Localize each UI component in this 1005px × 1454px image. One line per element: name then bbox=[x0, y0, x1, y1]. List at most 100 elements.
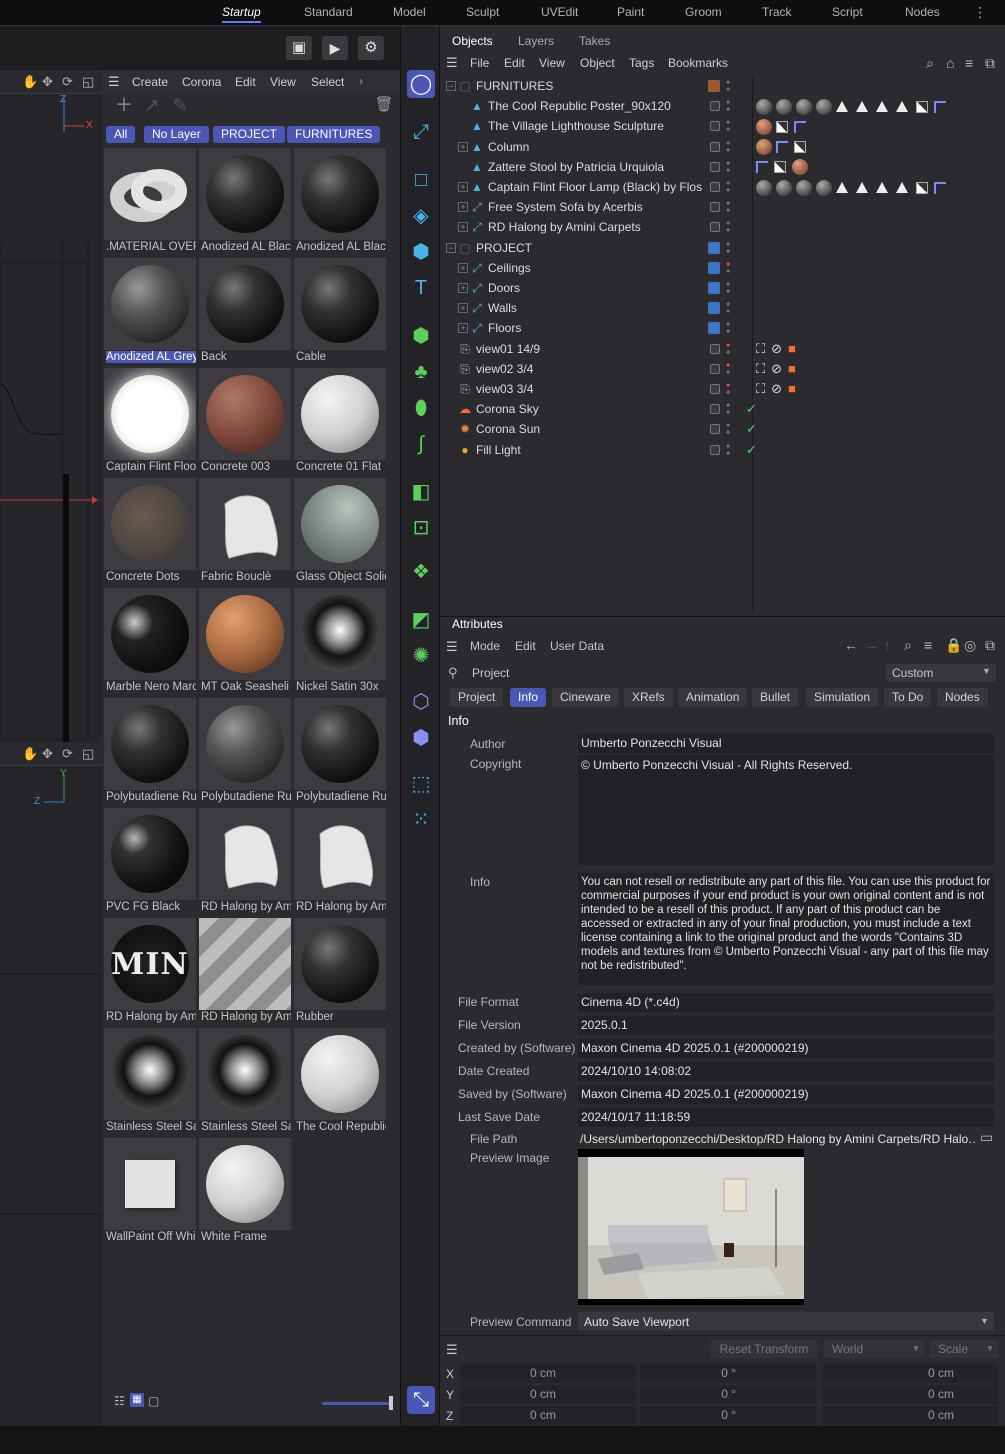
tab-simulation[interactable]: Simulation bbox=[806, 688, 879, 707]
add-material-icon[interactable]: ＋ bbox=[112, 94, 136, 118]
layer-checkbox[interactable] bbox=[710, 222, 720, 233]
material-tile[interactable]: Polybutadiene Rubber bbox=[294, 698, 386, 806]
layer-checkbox[interactable] bbox=[710, 404, 720, 415]
layout-tab-track[interactable]: Track bbox=[762, 5, 792, 19]
object-row[interactable]: + ⤢ Doors ● ● bbox=[440, 278, 1005, 298]
menu-view[interactable]: View bbox=[539, 56, 565, 70]
object-name[interactable]: view02 3/4 bbox=[476, 362, 533, 376]
material-tag-icon[interactable] bbox=[794, 141, 806, 154]
coordinate-system-icon[interactable]: ⤡ bbox=[407, 1386, 435, 1414]
object-name[interactable]: Free System Sofa by Acerbis bbox=[488, 200, 643, 214]
tab-animation[interactable]: Animation bbox=[678, 688, 748, 707]
material-tag-icon[interactable] bbox=[934, 181, 946, 194]
slider-handle[interactable] bbox=[389, 1396, 393, 1410]
search-icon[interactable]: ⌕ bbox=[926, 55, 934, 72]
material-tag-icon[interactable] bbox=[876, 101, 888, 113]
maximize-icon[interactable]: ◱ bbox=[82, 746, 94, 762]
material-tile[interactable]: RD Halong by Amini bbox=[294, 808, 386, 916]
object-name[interactable]: The Village Lighthouse Sculpture bbox=[488, 119, 664, 133]
deformer-icon[interactable]: ✺ bbox=[407, 642, 435, 670]
material-tile[interactable]: The Cool Republic bbox=[294, 1028, 386, 1136]
layout-tab-startup[interactable]: Startup bbox=[222, 5, 261, 23]
pan-icon[interactable]: ✋ bbox=[22, 74, 38, 90]
object-row[interactable]: + ⤢ Walls ● ● bbox=[440, 298, 1005, 318]
object-row[interactable]: ● Fill Light ● ● ✓ bbox=[440, 440, 1005, 460]
rotate-icon[interactable]: ⟳ bbox=[62, 746, 73, 762]
thumbnail-size-slider[interactable] bbox=[322, 1402, 392, 1405]
object-row[interactable]: + ⤢ Floors ● ● bbox=[440, 318, 1005, 338]
material-tile[interactable]: .MATERIAL OVERRIDE bbox=[104, 148, 196, 256]
material-tile[interactable]: Cable bbox=[294, 258, 386, 366]
material-tag-icon[interactable] bbox=[916, 181, 928, 194]
object-row[interactable]: ⎘ view02 3/4 ● ● ⛶ ⊘ ■ bbox=[440, 359, 1005, 379]
object-name[interactable]: FURNITURES bbox=[476, 79, 553, 93]
material-tag-icon[interactable] bbox=[836, 182, 848, 194]
expand-toggle-icon[interactable]: + bbox=[458, 182, 468, 192]
object-name[interactable]: view03 3/4 bbox=[476, 382, 533, 396]
menu-tags[interactable]: Tags bbox=[629, 56, 654, 70]
object-name[interactable]: The Cool Republic Poster_90x120 bbox=[488, 99, 671, 113]
expand-toggle-icon[interactable]: − bbox=[446, 81, 456, 91]
large-view-icon[interactable]: ▢ bbox=[148, 1394, 159, 1408]
render-settings-icon[interactable]: ⚙ bbox=[358, 36, 384, 60]
expand-toggle-icon[interactable]: + bbox=[458, 303, 468, 314]
hamburger-icon[interactable]: ☰ bbox=[446, 55, 458, 71]
material-tile[interactable]: Concrete 01 Flat bbox=[294, 368, 386, 476]
material-tile[interactable]: MIN RD Halong by Amini bbox=[104, 918, 196, 1026]
position-field[interactable]: 0 cm bbox=[460, 1406, 636, 1425]
visibility-dots[interactable]: ● ● bbox=[726, 79, 732, 93]
expand-toggle-icon[interactable]: + bbox=[458, 262, 468, 273]
tag-strip[interactable]: ⛶ ⊘ ■ bbox=[756, 381, 796, 397]
object-row[interactable]: ▲ The Village Lighthouse Sculpture ● ● bbox=[440, 116, 1005, 136]
more-chevron-icon[interactable]: › bbox=[359, 74, 363, 88]
object-name[interactable]: Floors bbox=[488, 321, 521, 335]
forward-arrow-icon[interactable]: → bbox=[864, 637, 878, 653]
menu-mode[interactable]: Mode bbox=[470, 639, 500, 653]
material-tile[interactable]: Concrete 003 bbox=[199, 368, 291, 476]
protection-tag-icon[interactable]: ⛶ bbox=[756, 381, 765, 396]
protection-tag-icon[interactable]: ⛶ bbox=[756, 361, 765, 376]
layer-checkbox[interactable] bbox=[710, 343, 720, 354]
protection-tag-icon[interactable]: ⛶ bbox=[756, 341, 765, 356]
object-name[interactable]: Walls bbox=[488, 301, 517, 315]
tab-xrefs[interactable]: XRefs bbox=[624, 688, 673, 707]
object-name[interactable]: Captain Flint Floor Lamp (Black) by Flos bbox=[488, 180, 702, 194]
layer-checkbox[interactable] bbox=[710, 424, 720, 435]
filter-no-layer[interactable]: No Layer bbox=[144, 126, 209, 143]
menu-bookmarks[interactable]: Bookmarks bbox=[668, 56, 728, 70]
lock-icon[interactable]: 🔒 bbox=[945, 637, 962, 654]
object-name[interactable]: PROJECT bbox=[476, 241, 532, 255]
filter-icon[interactable]: ≡ bbox=[924, 637, 932, 653]
camera-tag-icon[interactable]: ■ bbox=[788, 361, 796, 376]
material-tag-icon[interactable] bbox=[776, 98, 792, 115]
material-tile[interactable]: Anodized AL Grey bbox=[104, 258, 196, 366]
rotation-field[interactable]: 0 ° bbox=[640, 1406, 816, 1425]
camera-tag-icon[interactable]: ■ bbox=[788, 341, 796, 356]
layer-color-swatch[interactable] bbox=[708, 302, 720, 315]
material-tag-icon[interactable] bbox=[792, 159, 808, 176]
boole-icon[interactable]: ◧ bbox=[407, 478, 435, 506]
reset-transform-button[interactable]: Reset Transform bbox=[710, 1340, 818, 1358]
menu-object[interactable]: Object bbox=[580, 56, 615, 70]
symmetry-icon[interactable]: ⊡ bbox=[407, 514, 435, 542]
material-tag-icon[interactable] bbox=[856, 182, 868, 194]
move-icon[interactable]: ✥ bbox=[42, 74, 53, 90]
tag-strip[interactable] bbox=[756, 159, 812, 176]
front-viewport-canvas[interactable] bbox=[0, 766, 102, 1426]
render-view-icon[interactable]: ▣ bbox=[286, 36, 312, 60]
material-tag-icon[interactable] bbox=[876, 182, 888, 194]
layer-checkbox[interactable] bbox=[710, 161, 720, 172]
tag-strip[interactable] bbox=[756, 118, 812, 135]
tag-strip[interactable]: ✓ bbox=[746, 401, 757, 417]
no-render-tag-icon[interactable]: ⊘ bbox=[771, 341, 782, 356]
material-tile[interactable]: White Frame bbox=[199, 1138, 291, 1246]
pan-icon[interactable]: ✋ bbox=[22, 746, 38, 762]
layout-tab-script[interactable]: Script bbox=[832, 5, 863, 19]
material-tag-icon[interactable] bbox=[856, 101, 868, 113]
more-options-icon[interactable]: ⋮ bbox=[973, 4, 987, 21]
no-render-tag-icon[interactable]: ⊘ bbox=[771, 361, 782, 376]
move-tool-icon[interactable]: ⤢ bbox=[407, 118, 435, 146]
file-path-value[interactable]: /Users/umbertoponzecchi/Desktop/RD Halon… bbox=[580, 1132, 975, 1146]
scale-field[interactable]: 0 cm bbox=[822, 1385, 998, 1404]
expand-toggle-icon[interactable]: + bbox=[458, 323, 468, 334]
